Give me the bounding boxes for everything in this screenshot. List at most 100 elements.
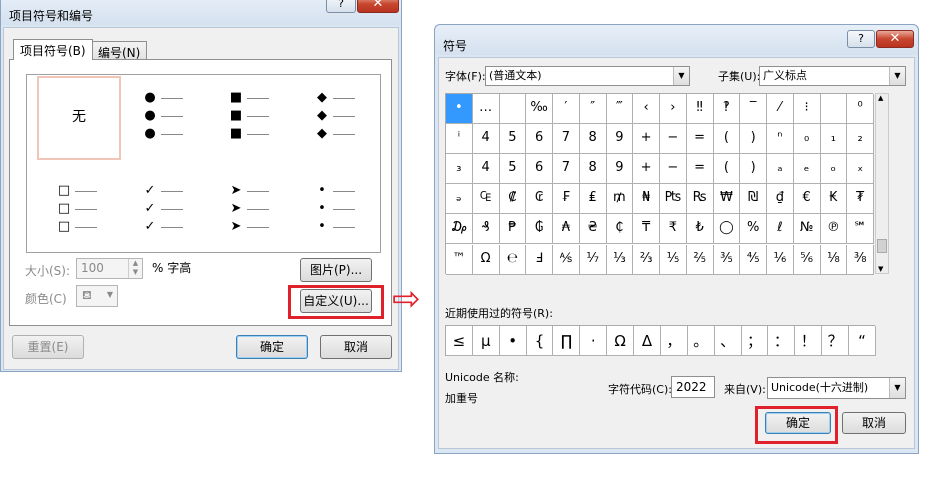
symbol-cell[interactable]: ₑ: [793, 154, 821, 185]
symbol-cell[interactable]: −: [660, 124, 687, 155]
symbol-cell[interactable]: (: [713, 154, 741, 185]
cancel-button[interactable]: 取消: [320, 335, 392, 359]
symbol-cell[interactable]: ‰: [526, 94, 553, 125]
symbol-cell[interactable]: ₸: [633, 214, 660, 245]
symbol-cell[interactable]: ₩: [713, 184, 741, 215]
symbol-cell[interactable]: ⅓: [606, 244, 634, 275]
recent-symbol-cell[interactable]: Ω: [607, 326, 635, 356]
symbol-cell[interactable]: №: [793, 214, 821, 245]
symbol-cell[interactable]: ₭: [820, 184, 848, 215]
symbol-cell[interactable]: −: [660, 154, 687, 185]
symbol-cell[interactable]: ⅍: [553, 244, 580, 275]
symbol-cell[interactable]: ⅛: [820, 244, 848, 275]
symbol-grid-scrollbar[interactable]: ▲ ▼: [875, 93, 889, 274]
symbol-cell[interactable]: ⁄: [767, 94, 794, 125]
bullet-option-filled-square[interactable]: ■ ■ ■: [209, 76, 293, 160]
recent-symbol-cell[interactable]: ！: [795, 326, 823, 356]
scroll-up-icon[interactable]: ▲: [878, 94, 883, 102]
recent-symbol-cell[interactable]: ：: [768, 326, 796, 356]
symbol-cell[interactable]: ₔ: [446, 184, 473, 215]
symbol-cell-selected[interactable]: •: [446, 94, 473, 125]
chevron-down-icon[interactable]: ▼: [889, 67, 905, 85]
symbol-cell[interactable]: 6: [526, 154, 553, 185]
symbol-cell[interactable]: ₁: [820, 124, 848, 155]
symbol-cell[interactable]: ): [740, 124, 767, 155]
symbol-cell[interactable]: 7: [553, 154, 580, 185]
symbol-cell[interactable]: ⅗: [713, 244, 741, 275]
symbol-cell[interactable]: ⅚: [793, 244, 821, 275]
symbol-cell[interactable]: ₲: [526, 214, 553, 245]
chevron-down-icon[interactable]: ▼: [673, 67, 689, 85]
symbol-cell[interactable]: ₥: [606, 184, 634, 215]
close-button[interactable]: ✕: [357, 0, 399, 13]
symbol-cell[interactable]: 8: [579, 154, 607, 185]
symbol-cell[interactable]: ″: [579, 94, 607, 125]
symbol-cell[interactable]: ⅖: [686, 244, 714, 275]
symbol-cell[interactable]: ℓ: [767, 214, 794, 245]
symbol-cell[interactable]: 8: [579, 124, 607, 155]
symbol-cell[interactable]: ◯: [713, 214, 741, 245]
recent-symbol-cell[interactable]: Δ: [634, 326, 661, 356]
symbol-cell[interactable]: ₓ: [847, 154, 874, 185]
recent-symbol-cell[interactable]: ；: [741, 326, 769, 356]
symbol-cell[interactable]: +: [633, 124, 660, 155]
symbol-cell[interactable]: ₮: [847, 184, 874, 215]
symbol-cell[interactable]: ₱: [499, 214, 527, 245]
symbol-cell[interactable]: 5: [499, 124, 527, 155]
symbol-cell[interactable]: ₹: [660, 214, 687, 245]
close-button[interactable]: ✕: [876, 30, 914, 48]
tab-numbering[interactable]: 编号(N): [91, 41, 148, 60]
recent-symbol-cell[interactable]: {: [526, 326, 554, 356]
symbol-cell[interactable]: ₯: [446, 214, 473, 245]
symbol-cell[interactable]: ′: [553, 94, 580, 125]
ok-button[interactable]: 确定: [236, 335, 308, 359]
symbol-cell[interactable]: ₰: [472, 214, 500, 245]
symbol-cell[interactable]: ⁿ: [767, 124, 794, 155]
symbol-cell[interactable]: ⅐: [579, 244, 607, 275]
recent-symbol-cell[interactable]: ·: [580, 326, 608, 356]
symbol-cell[interactable]: [820, 94, 848, 125]
char-code-input[interactable]: 2022: [671, 376, 715, 398]
recent-symbol-cell[interactable]: 、: [714, 326, 742, 356]
symbol-cell[interactable]: ⅕: [660, 244, 687, 275]
symbol-cell[interactable]: 6: [526, 124, 553, 155]
symbol-cell[interactable]: ⅘: [740, 244, 767, 275]
bullet-option-none[interactable]: 无: [37, 76, 121, 160]
symbol-cell[interactable]: ⅜: [847, 244, 874, 275]
symbol-cell[interactable]: ₐ: [767, 154, 794, 185]
symbol-cell[interactable]: ₂: [847, 124, 874, 155]
recent-symbol-cell[interactable]: ∏: [553, 326, 581, 356]
recent-symbol-cell[interactable]: 。: [687, 326, 715, 356]
symbol-cell[interactable]: 4: [472, 154, 500, 185]
bullet-option-arrowhead[interactable]: ➤ ➤ ➤: [209, 171, 293, 255]
symbol-cell[interactable]: ₴: [579, 214, 607, 245]
symbol-cell[interactable]: ₵: [606, 214, 634, 245]
symbol-cell[interactable]: =: [686, 124, 714, 155]
bullet-option-small-dot[interactable]: • • •: [295, 171, 379, 255]
symbol-cell[interactable]: 5: [499, 154, 527, 185]
recent-symbol-cell[interactable]: ≤: [446, 326, 473, 356]
symbol-cell[interactable]: ₀: [793, 124, 821, 155]
symbol-cell[interactable]: …: [472, 94, 500, 125]
symbol-cell[interactable]: ⁰: [847, 94, 874, 125]
symbol-cell[interactable]: ⁝: [793, 94, 821, 125]
recent-symbol-cell[interactable]: “: [849, 326, 876, 356]
font-select[interactable]: (普通文本) ▼: [485, 66, 690, 86]
dialog-titlebar[interactable]: [435, 25, 918, 55]
symbol-cell[interactable]: ‹: [633, 94, 660, 125]
symbol-cell[interactable]: ‼: [686, 94, 714, 125]
symbol-cancel-button[interactable]: 取消: [842, 412, 906, 434]
symbol-cell[interactable]: ‽: [713, 94, 741, 125]
bullet-option-diamond[interactable]: ◆ ◆ ◆: [295, 76, 379, 160]
scroll-down-icon[interactable]: ▼: [878, 265, 883, 273]
size-spinner[interactable]: 100 ▲ ▼: [76, 258, 143, 279]
symbol-cell[interactable]: ₒ: [820, 154, 848, 185]
tab-bullets[interactable]: 项目符号(B): [13, 39, 93, 60]
symbol-cell[interactable]: ₃: [446, 154, 473, 185]
symbol-cell[interactable]: ₺: [686, 214, 714, 245]
picture-button[interactable]: 图片(P)...: [300, 258, 372, 282]
symbol-cell[interactable]: ⅙: [767, 244, 794, 275]
scroll-thumb[interactable]: [877, 239, 887, 253]
symbol-cell[interactable]: ⁱ: [446, 124, 473, 155]
reset-button[interactable]: 重置(E): [12, 335, 84, 359]
